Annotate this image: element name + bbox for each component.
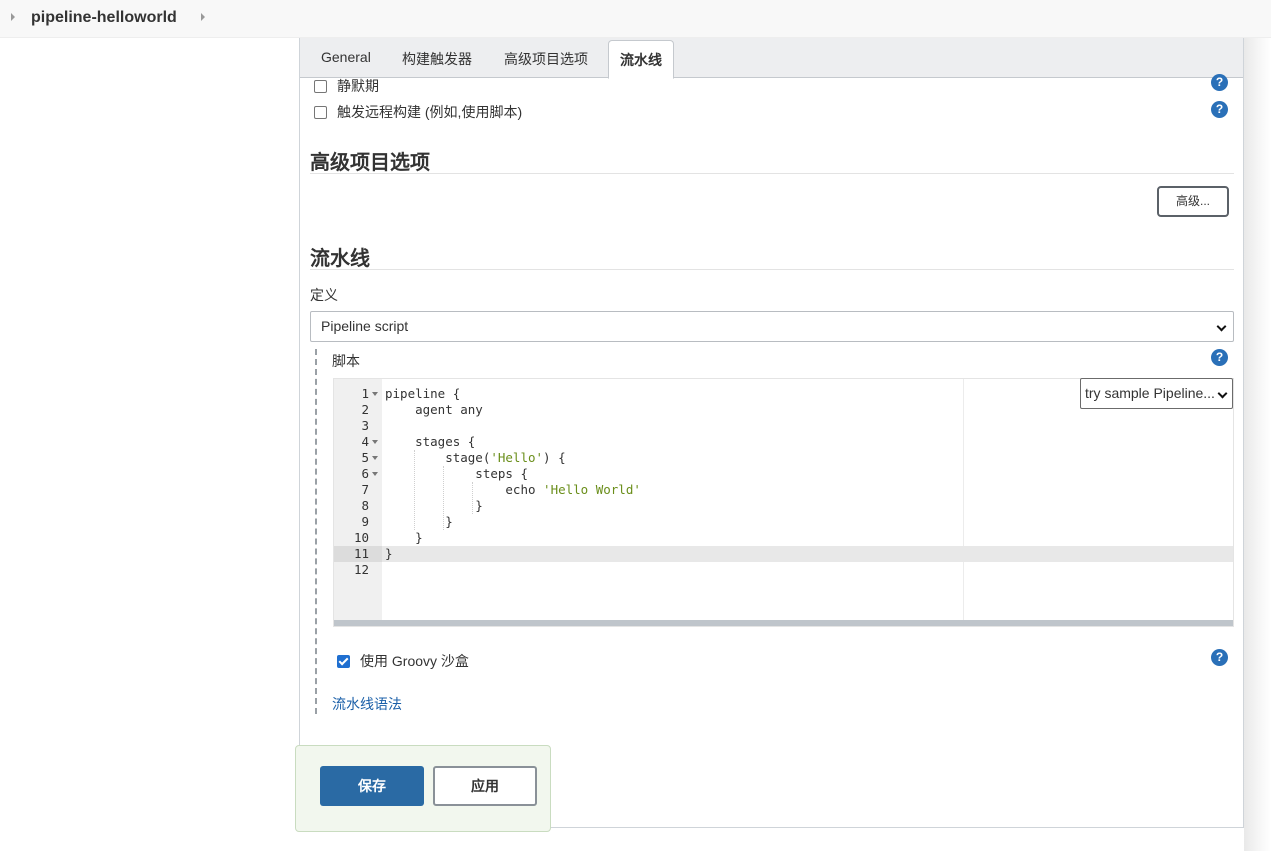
remote-build-checkbox[interactable] xyxy=(314,105,327,119)
code-text: stage('Hello') { xyxy=(385,450,566,465)
line-number: 9 xyxy=(361,514,369,529)
script-label: 脚本 xyxy=(332,353,360,369)
code-line[interactable]: 9 } xyxy=(334,514,1233,530)
pipeline-syntax-link[interactable]: 流水线语法 xyxy=(332,694,402,714)
line-number: 6 xyxy=(361,466,369,481)
line-number: 7 xyxy=(361,482,369,497)
tab-bar: General 构建触发器 高级项目选项 流水线 xyxy=(300,38,1243,79)
definition-select-value: Pipeline script xyxy=(321,318,409,334)
section-divider xyxy=(310,269,1234,270)
quiet-period-row: 静默期 xyxy=(314,76,379,96)
pipeline-section-title: 流水线 xyxy=(310,248,370,270)
code-text: stages { xyxy=(385,434,476,449)
fold-arrow-icon[interactable] xyxy=(372,456,378,460)
line-number: 8 xyxy=(361,498,369,513)
code-line[interactable]: 3 xyxy=(334,418,1233,434)
groovy-sandbox-row: 使用 Groovy 沙盒 xyxy=(337,651,469,671)
chevron-down-icon xyxy=(1216,321,1227,332)
page-edge-shadow xyxy=(1244,38,1271,851)
tab-general[interactable]: General xyxy=(321,49,371,65)
code-line[interactable]: 7 echo 'Hello World' xyxy=(334,482,1233,498)
code-string: 'Hello' xyxy=(490,450,544,465)
advanced-button[interactable]: 高级... xyxy=(1157,186,1229,217)
code-line[interactable]: 10 } xyxy=(334,530,1233,546)
line-number: 11 xyxy=(334,546,382,562)
save-bar: 保存 应用 xyxy=(295,745,551,832)
line-number: 10 xyxy=(353,530,369,545)
groovy-sandbox-label: 使用 Groovy 沙盒 xyxy=(360,653,469,669)
sample-pipeline-value: try sample Pipeline... xyxy=(1085,385,1215,401)
quiet-period-checkbox[interactable] xyxy=(314,79,327,93)
line-number: 1 xyxy=(361,386,369,401)
line-number: 4 xyxy=(361,434,369,449)
code-line[interactable]: 8 } xyxy=(334,498,1233,514)
fold-arrow-icon[interactable] xyxy=(372,472,378,476)
indent-guide xyxy=(443,466,444,530)
indent-guide xyxy=(414,450,415,530)
section-divider xyxy=(310,173,1234,174)
help-icon[interactable]: ? xyxy=(1211,74,1228,91)
code-line[interactable]: 4 stages { xyxy=(334,434,1233,450)
code-line[interactable]: 6 steps { xyxy=(334,466,1233,482)
definition-label: 定义 xyxy=(310,287,338,303)
breadcrumb-chevron-icon xyxy=(11,13,15,21)
sample-pipeline-select[interactable]: try sample Pipeline... xyxy=(1080,378,1233,409)
code-text: } xyxy=(385,498,483,513)
code-line[interactable]: 5 stage('Hello') { xyxy=(334,450,1233,466)
tab-pipeline[interactable]: 流水线 xyxy=(608,40,674,79)
tab-build-triggers[interactable]: 构建触发器 xyxy=(402,49,472,69)
chevron-down-icon xyxy=(1217,388,1228,399)
code-text: agent any xyxy=(385,402,483,417)
advanced-section-title: 高级项目选项 xyxy=(310,152,430,174)
line-number: 5 xyxy=(361,450,369,465)
breadcrumb-project-link[interactable]: pipeline-helloworld xyxy=(31,9,177,27)
line-number: 3 xyxy=(361,418,369,433)
code-string: 'Hello World' xyxy=(543,482,641,497)
code-line[interactable]: 12 xyxy=(334,562,1233,578)
breadcrumb: pipeline-helloworld xyxy=(0,0,1271,38)
config-panel: General 构建触发器 高级项目选项 流水线 静默期 ? 触发远程构建 (例… xyxy=(299,38,1244,828)
remote-build-label: 触发远程构建 (例如,使用脚本) xyxy=(337,104,523,120)
code-text: steps { xyxy=(385,466,528,481)
nested-block-border xyxy=(315,349,317,714)
code-text: echo 'Hello World' xyxy=(385,482,641,497)
fold-arrow-icon[interactable] xyxy=(372,440,378,444)
help-icon[interactable]: ? xyxy=(1211,649,1228,666)
script-editor[interactable]: 1 pipeline {2 agent any 3 4 stages {5 stage… xyxy=(333,378,1234,627)
apply-button[interactable]: 应用 xyxy=(433,766,537,806)
indent-guide xyxy=(472,482,473,514)
line-number: 12 xyxy=(353,562,369,577)
code-text: } xyxy=(385,546,393,561)
code-text: } xyxy=(385,530,423,545)
remote-build-row: 触发远程构建 (例如,使用脚本) xyxy=(314,102,522,122)
breadcrumb-chevron-icon[interactable] xyxy=(201,13,205,21)
fold-arrow-icon[interactable] xyxy=(372,392,378,396)
definition-select[interactable]: Pipeline script xyxy=(310,311,1234,342)
help-icon[interactable]: ? xyxy=(1211,349,1228,366)
help-icon[interactable]: ? xyxy=(1211,101,1228,118)
quiet-period-label: 静默期 xyxy=(337,78,379,94)
editor-horizontal-scrollbar[interactable] xyxy=(334,620,1233,626)
tab-advanced-options[interactable]: 高级项目选项 xyxy=(504,49,588,69)
groovy-sandbox-checkbox[interactable] xyxy=(337,654,350,668)
code-line[interactable]: 11} xyxy=(334,546,1233,562)
code-text: pipeline { xyxy=(385,386,461,401)
line-number: 2 xyxy=(361,402,369,417)
save-button[interactable]: 保存 xyxy=(320,766,424,806)
